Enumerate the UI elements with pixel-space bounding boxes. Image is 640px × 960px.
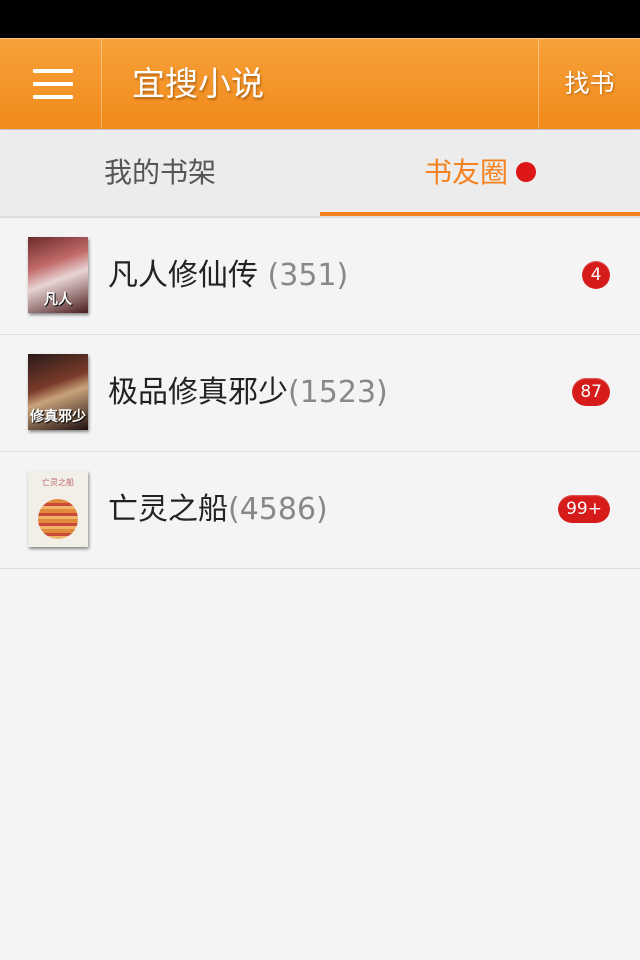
post-count: (351): [267, 258, 349, 293]
book-name: 凡人修仙传: [108, 258, 258, 293]
cover-text: 凡人: [44, 292, 72, 308]
book-cover-image: 凡人: [28, 237, 88, 313]
tab-label: 书友圈: [423, 156, 508, 189]
notification-dot: [516, 162, 536, 182]
tab-bar: 我的书架 书友圈: [0, 130, 640, 216]
cover-sun-graphic: [38, 499, 78, 539]
post-count: (4586): [228, 492, 328, 527]
book-title: 极品修真邪少(1523): [108, 335, 388, 451]
menu-button[interactable]: [0, 39, 102, 129]
find-book-button[interactable]: 找书: [538, 39, 640, 129]
status-bar: [0, 0, 640, 38]
unread-badge: 4: [582, 261, 610, 289]
book-circle-list: 凡人 凡人修仙传 (351) 4 修真邪少 极品修真邪少(1523) 87 亡灵…: [0, 218, 640, 569]
tab-label: 我的书架: [103, 156, 216, 189]
cover-text: 修真邪少: [30, 409, 86, 425]
book-title: 亡灵之船(4586): [108, 452, 328, 568]
unread-badge: 87: [572, 378, 610, 406]
post-count: (1523): [288, 375, 388, 410]
list-item[interactable]: 亡灵之船 亡灵之船(4586) 99+: [0, 452, 640, 569]
book-name: 亡灵之船: [108, 492, 228, 527]
tab-book-friends-circle[interactable]: 书友圈: [320, 130, 640, 216]
book-cover-image: 修真邪少: [28, 354, 88, 430]
app-title: 宜搜小说: [132, 64, 264, 103]
tab-my-bookshelf[interactable]: 我的书架: [0, 130, 320, 216]
cover-text: 亡灵之船: [42, 478, 74, 487]
book-cover-image: 亡灵之船: [28, 471, 88, 547]
book-title: 凡人修仙传 (351): [108, 218, 348, 334]
book-name: 极品修真邪少: [108, 375, 288, 410]
list-item[interactable]: 凡人 凡人修仙传 (351) 4: [0, 218, 640, 335]
app-bar: 宜搜小说 找书: [0, 38, 640, 129]
list-item[interactable]: 修真邪少 极品修真邪少(1523) 87: [0, 335, 640, 452]
unread-badge: 99+: [558, 495, 610, 523]
